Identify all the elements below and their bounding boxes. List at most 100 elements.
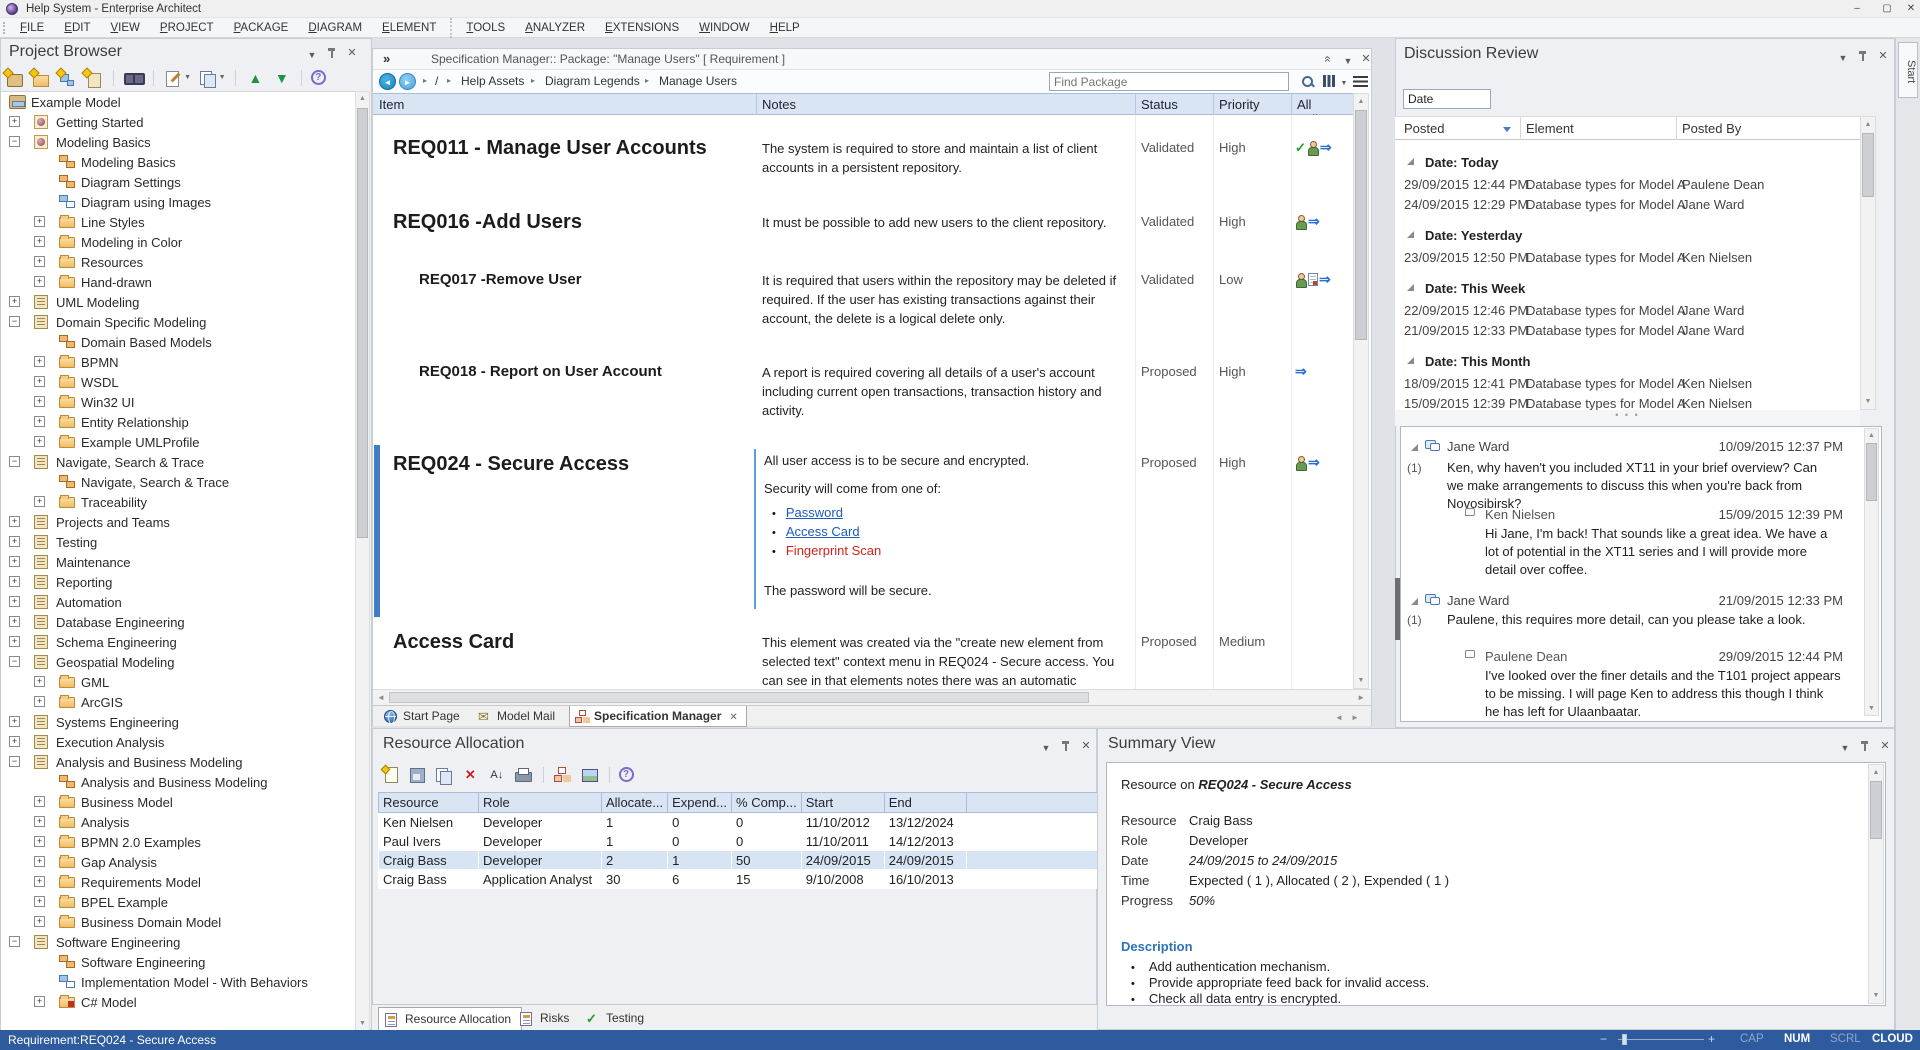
tree-item-bpel-example[interactable]: +BPEL Example [1,892,355,912]
discussion-row[interactable]: 24/09/2015 12:29 PMDatabase types for Mo… [1395,195,1860,215]
expand-expander-icon[interactable]: + [34,896,45,907]
expand-expander-icon[interactable]: + [34,996,45,1007]
collapse-expander-icon[interactable]: − [9,656,20,667]
expand-expander-icon[interactable]: + [34,916,45,927]
copy-icon[interactable] [434,766,454,784]
tree-item-entity-relationship[interactable]: +Entity Relationship [1,412,355,432]
discussion-row[interactable]: 21/09/2015 12:33 PMDatabase types for Mo… [1395,321,1860,341]
resource-row[interactable]: Craig BassApplication Analyst306159/10/2… [379,870,1111,889]
resource-row[interactable]: Ken NielsenDeveloper10011/10/201213/12/2… [379,813,1111,832]
expand-expander-icon[interactable]: + [34,236,45,247]
access-card-link[interactable]: Access Card [786,524,860,539]
resource-table-header[interactable]: ResourceRoleAllocate...Expend...% Comp..… [379,793,1111,813]
tree-item-analysis[interactable]: +Analysis [1,812,355,832]
discussion-row[interactable]: 15/09/2015 12:39 PMDatabase types for Mo… [1395,394,1860,410]
expand-expander-icon[interactable]: + [34,436,45,447]
pin-icon[interactable] [325,46,339,60]
menu-project[interactable]: PROJECT [150,18,224,38]
pin-icon[interactable] [1059,739,1073,753]
nav-back-button[interactable]: ◄ [379,73,396,90]
tree-item-modeling-in-color[interactable]: +Modeling in Color [1,232,355,252]
close-icon[interactable]: ✕ [1079,739,1093,753]
edit-icon[interactable] [163,69,183,87]
discussion-list-scrollbar[interactable]: ▲ ▼ [1860,116,1876,410]
resource-column-header[interactable]: Role [479,793,602,813]
tree-item-navigate-search-trace[interactable]: Navigate, Search & Trace [1,472,355,492]
expand-expander-icon[interactable]: + [9,616,20,627]
tree-item-database-engineering[interactable]: +Database Engineering [1,612,355,632]
expand-expander-icon[interactable]: + [34,796,45,807]
tab-specification-manager[interactable]: Specification Manager✕ [569,706,747,727]
save-icon[interactable] [407,766,427,784]
tree-item-diagram-using-images[interactable]: Diagram using Images [1,192,355,212]
discussion-messages-scrollbar[interactable]: ▲ ▼ [1864,428,1879,716]
print-icon[interactable] [513,766,533,784]
tree-item-requirements-model[interactable]: +Requirements Model [1,872,355,892]
column-item[interactable]: Item [379,97,404,112]
tree-item-line-styles[interactable]: +Line Styles [1,212,355,232]
dropdown-icon[interactable]: ▼ [1341,54,1355,68]
expand-expander-icon[interactable]: + [9,536,20,547]
tree-item-maintenance[interactable]: +Maintenance [1,552,355,572]
menu-help[interactable]: HELP [760,18,810,38]
expand-expander-icon[interactable]: + [34,216,45,227]
tree-item-projects-and-teams[interactable]: +Projects and Teams [1,512,355,532]
minimize-button[interactable]: – [1844,0,1870,18]
expand-expander-icon[interactable]: + [34,496,45,507]
new-diagram-icon[interactable] [57,69,77,87]
spec-vertical-scrollbar[interactable]: ▲ ▼ [1353,93,1369,689]
pin-icon[interactable] [1858,739,1872,753]
tree-item-arcgis[interactable]: +ArcGIS [1,692,355,712]
group-collapse-icon[interactable] [1407,357,1414,364]
resource-column-header[interactable]: % Comp... [732,793,802,813]
group-collapse-icon[interactable] [1407,158,1414,165]
dropdown-icon[interactable]: ▼ [1039,741,1053,755]
password-link[interactable]: Password [786,505,843,520]
close-icon[interactable]: ✕ [345,46,359,60]
tab-model-mail[interactable]: ✉Model Mail [473,706,563,727]
help-icon[interactable]: ? [619,767,634,782]
tab-start-page[interactable]: Start Page [379,706,468,727]
spec-horizontal-scrollbar[interactable]: ◄ ► [373,689,1371,705]
new-element-icon[interactable] [83,69,103,87]
breadcrumb-root[interactable]: / [435,74,438,88]
collapse-expander-icon[interactable]: − [9,316,20,327]
column-notes[interactable]: Notes [762,97,796,112]
tree-item-systems-engineering[interactable]: +Systems Engineering [1,712,355,732]
project-browser-scrollbar[interactable]: ▲ ▼ [355,91,370,1031]
tree-item-traceability[interactable]: +Traceability [1,492,355,512]
tab-close-icon[interactable]: ✕ [729,712,737,723]
close-icon[interactable]: ✕ [1878,739,1892,753]
expand-expander-icon[interactable]: + [34,676,45,687]
nav-forward-button[interactable]: ► [399,73,416,90]
menu-extensions[interactable]: EXTENSIONS [595,18,689,38]
tree-item-analysis-and-business-modeling[interactable]: −Analysis and Business Modeling [1,752,355,772]
expand-expander-icon[interactable]: + [34,356,45,367]
thread-header[interactable]: Jane Ward21/09/2015 12:33 PM [1409,593,1843,611]
tree-item-business-domain-model[interactable]: +Business Domain Model [1,912,355,932]
expand-expander-icon[interactable]: + [9,716,20,727]
expand-expander-icon[interactable]: + [34,876,45,887]
spec-row-req024-selected[interactable]: REQ024 - Secure Access All user access i… [373,445,1353,617]
thread-collapse-icon[interactable] [1411,444,1418,451]
column-status[interactable]: Status [1141,97,1178,112]
tree-item-diagram-settings[interactable]: Diagram Settings [1,172,355,192]
column-priority[interactable]: Priority [1219,97,1259,112]
menu-file[interactable]: FILE [10,18,54,38]
expand-expander-icon[interactable]: + [34,696,45,707]
expand-expander-icon[interactable]: + [9,116,20,127]
menu-icon[interactable] [1353,76,1368,87]
expand-expander-icon[interactable]: + [9,636,20,647]
close-icon[interactable]: ✕ [1359,52,1373,66]
sort-icon[interactable]: A↓ [487,766,507,784]
column-posted-by[interactable]: Posted By [1682,121,1741,136]
reply-header[interactable]: Paulene Dean29/09/2015 12:44 PM [1465,649,1843,667]
arrow-icon[interactable]: ⇒ [1319,271,1331,288]
tree-item-reporting[interactable]: +Reporting [1,572,355,592]
tree-item-gap-analysis[interactable]: +Gap Analysis [1,852,355,872]
collapse-expander-icon[interactable]: − [9,756,20,767]
tree-item-software-engineering[interactable]: −Software Engineering [1,932,355,952]
thread-collapse-icon[interactable] [1411,598,1418,605]
dropdown-icon[interactable]: ▼ [1838,741,1852,755]
new-icon[interactable] [381,766,401,784]
